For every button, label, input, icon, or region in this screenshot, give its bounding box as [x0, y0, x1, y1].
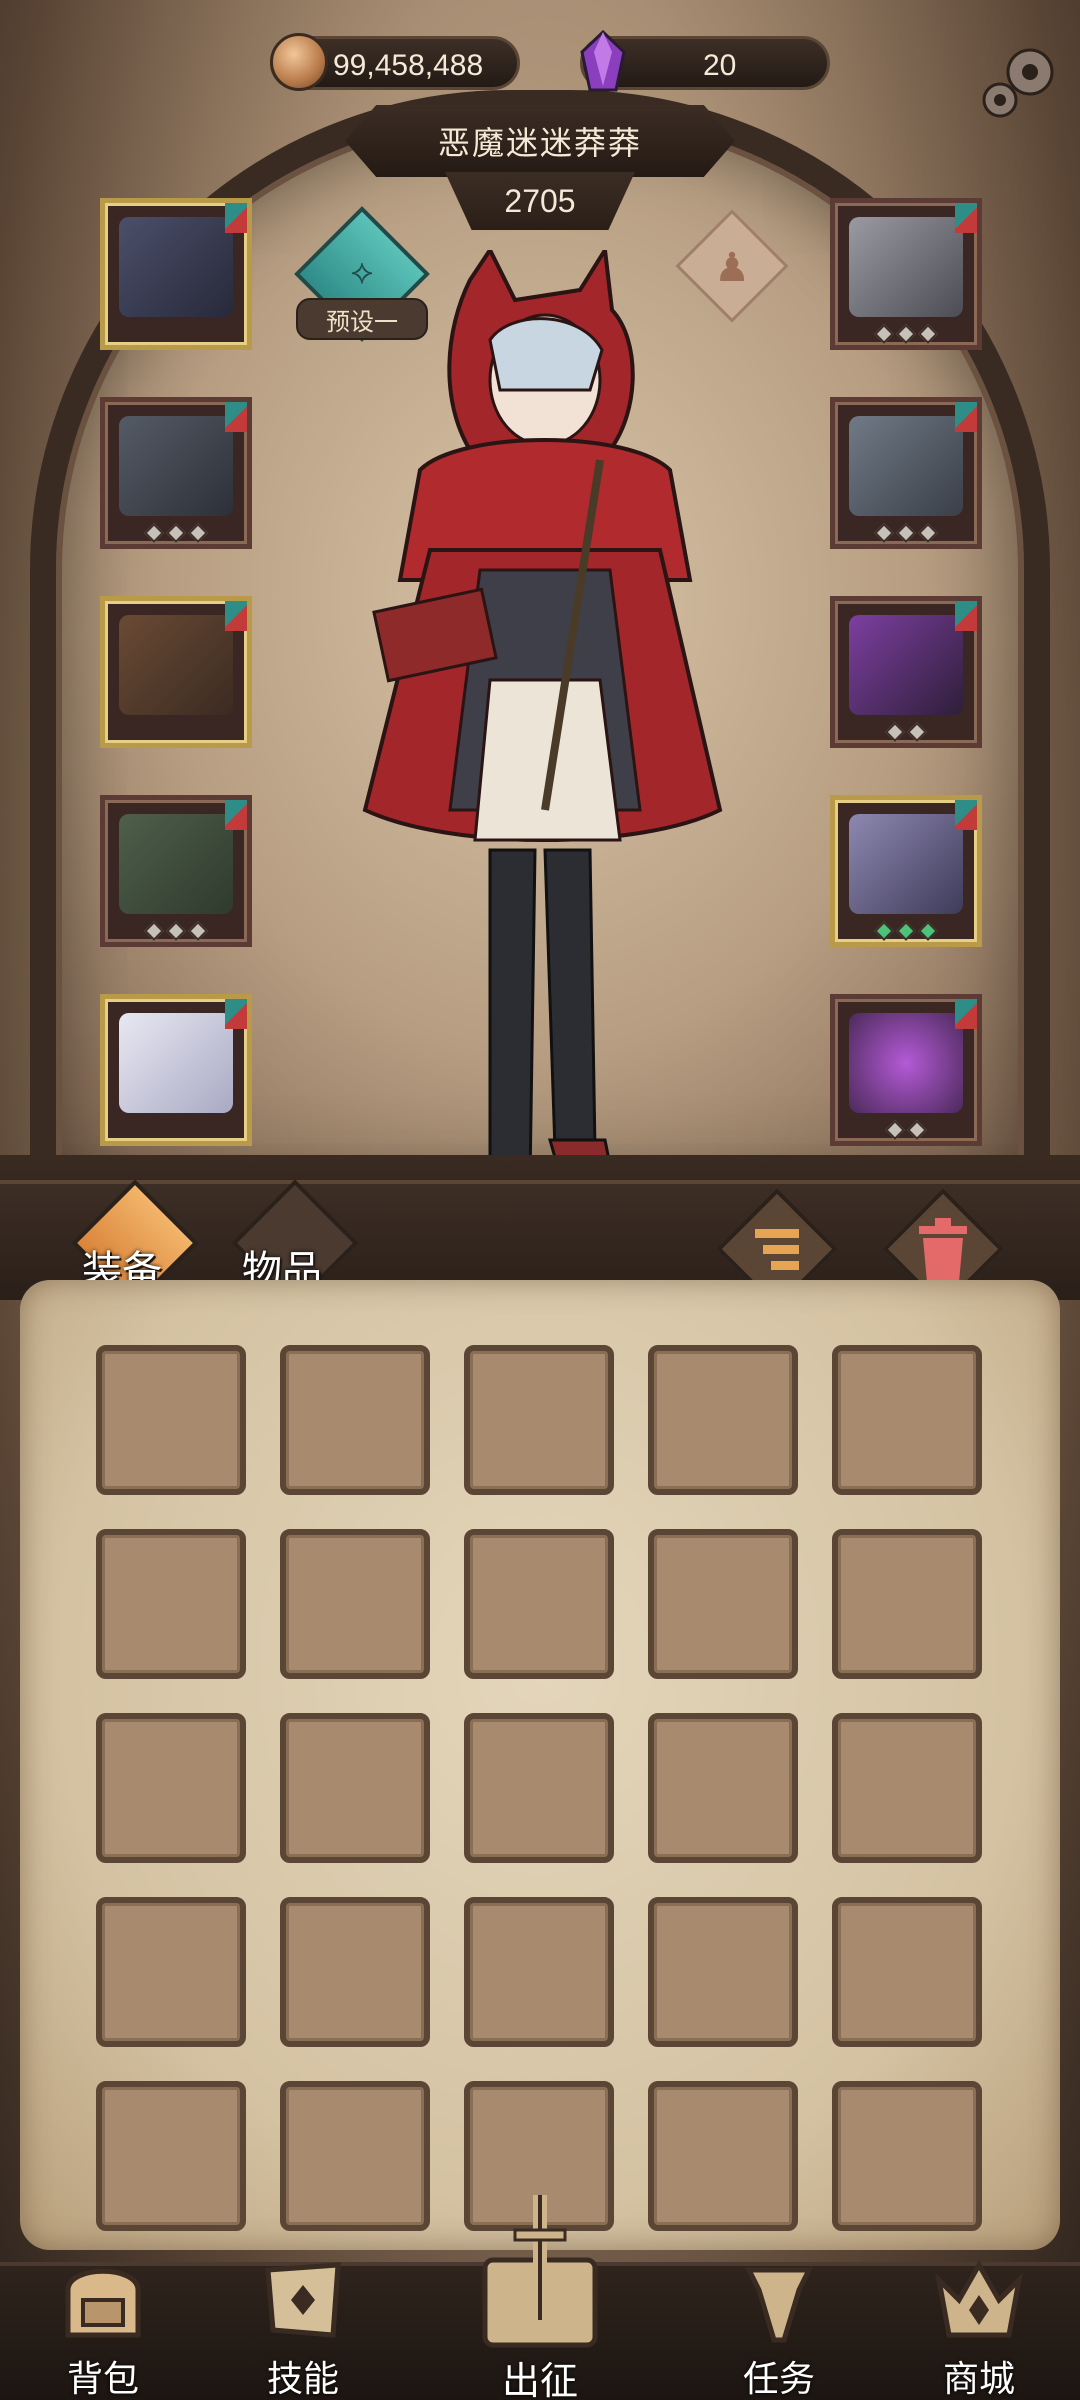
- star-rating: [105, 523, 247, 543]
- gauntlet-icon: [119, 615, 233, 715]
- slot-tag: [225, 203, 247, 233]
- trash-icon: [919, 1218, 967, 1282]
- slot-tag: [225, 601, 247, 631]
- nav-shop-label: 商城: [942, 2359, 1015, 2400]
- inventory-slot[interactable]: [648, 1897, 798, 2047]
- inventory-slot[interactable]: [832, 1345, 982, 1495]
- equip-slot-weapon[interactable]: [830, 795, 982, 947]
- inventory-slot[interactable]: [280, 1529, 430, 1679]
- nav-skills[interactable]: 技能: [218, 2250, 388, 2400]
- amulet-icon: [119, 217, 233, 317]
- nav-quests-label: 任务: [742, 2359, 815, 2400]
- helmet-icon: [849, 217, 963, 317]
- sword-map-icon: [482, 2195, 598, 2348]
- character-portrait: [362, 250, 723, 1218]
- nav-bag-label: 背包: [66, 2359, 139, 2400]
- inventory-slot[interactable]: [280, 2081, 430, 2231]
- boots-icon: [119, 1013, 233, 1113]
- inventory-slot[interactable]: [280, 1897, 430, 2047]
- inventory-slot[interactable]: [832, 1529, 982, 1679]
- equip-slot-armor[interactable]: [100, 397, 252, 549]
- gold-coin-icon: [270, 33, 328, 91]
- inventory-slot[interactable]: [832, 2081, 982, 2231]
- slot-tag: [955, 402, 977, 432]
- star-rating: [835, 921, 977, 941]
- sort-icon: [755, 1229, 799, 1270]
- inventory-slot[interactable]: [280, 1345, 430, 1495]
- star-rating: [835, 324, 977, 344]
- star-rating: [105, 921, 247, 941]
- skill-scroll-icon: [265, 2262, 341, 2338]
- equip-slot-ring[interactable]: [830, 397, 982, 549]
- inventory-slot[interactable]: [464, 1345, 614, 1495]
- power-plate: 2705: [445, 172, 635, 230]
- inventory-slot[interactable]: [832, 1897, 982, 2047]
- inventory-slot[interactable]: [96, 1345, 246, 1495]
- inventory-slot[interactable]: [648, 2081, 798, 2231]
- inventory-slot[interactable]: [832, 1713, 982, 1863]
- inventory-slot[interactable]: [648, 1713, 798, 1863]
- inventory-slot[interactable]: [464, 1529, 614, 1679]
- equip-slot-bracer[interactable]: [830, 596, 982, 748]
- inventory-slot[interactable]: [464, 1897, 614, 2047]
- armor-icon: [119, 416, 233, 516]
- settings-gear-icon[interactable]: [972, 38, 1064, 130]
- equip-slot-relic[interactable]: [830, 994, 982, 1146]
- equip-slot-amulet[interactable]: [100, 198, 252, 350]
- inventory-slot[interactable]: [464, 1713, 614, 1863]
- slot-tag: [955, 999, 977, 1029]
- inventory-slot[interactable]: [96, 1713, 246, 1863]
- orb-icon: [849, 1013, 963, 1113]
- nav-skills-label: 技能: [266, 2359, 339, 2400]
- inventory-slot[interactable]: [648, 1345, 798, 1495]
- gold-value: 99,458,488: [333, 49, 484, 82]
- bracer-icon: [849, 615, 963, 715]
- shop-crown-icon: [935, 2259, 1023, 2338]
- power-value: 2705: [504, 182, 576, 219]
- ring-icon: [849, 416, 963, 516]
- backpack-icon: [65, 2268, 141, 2338]
- inventory-grid: [96, 1345, 984, 2231]
- purple-crystal-icon: [580, 30, 626, 92]
- inventory-slot[interactable]: [96, 1897, 246, 2047]
- star-rating: [835, 722, 977, 742]
- slot-tag: [225, 402, 247, 432]
- nav-bag[interactable]: 背包: [18, 2250, 188, 2400]
- equip-slot-pants[interactable]: [100, 795, 252, 947]
- staff-icon: [849, 814, 963, 914]
- character-name: 恶魔迷迷莽莽: [437, 124, 642, 162]
- inventory-slot[interactable]: [280, 1713, 430, 1863]
- inventory-slot[interactable]: [96, 2081, 246, 2231]
- slot-tag: [225, 800, 247, 830]
- inventory-slot[interactable]: [648, 1529, 798, 1679]
- nav-shop[interactable]: 商城: [894, 2250, 1064, 2400]
- nav-expedition-label: 出征: [501, 2359, 578, 2400]
- top-bar: 99,458,488 20: [0, 28, 1080, 98]
- star-rating: [835, 523, 977, 543]
- nav-quests[interactable]: 任务: [694, 2250, 864, 2400]
- slot-tag: [225, 999, 247, 1029]
- slot-tag: [955, 601, 977, 631]
- equip-slot-gloves[interactable]: [100, 596, 252, 748]
- equip-slot-boots[interactable]: [100, 994, 252, 1146]
- equip-slot-helmet[interactable]: [830, 198, 982, 350]
- pants-icon: [119, 814, 233, 914]
- star-rating: [835, 1120, 977, 1140]
- nav-expedition[interactable]: 出征: [455, 2190, 625, 2400]
- inventory-slot[interactable]: [96, 1529, 246, 1679]
- character-name-banner: 恶魔迷迷莽莽: [345, 105, 735, 177]
- quest-horn-icon: [744, 2267, 814, 2343]
- gem-value: 20: [703, 49, 737, 82]
- slot-tag: [955, 203, 977, 233]
- slot-tag: [955, 800, 977, 830]
